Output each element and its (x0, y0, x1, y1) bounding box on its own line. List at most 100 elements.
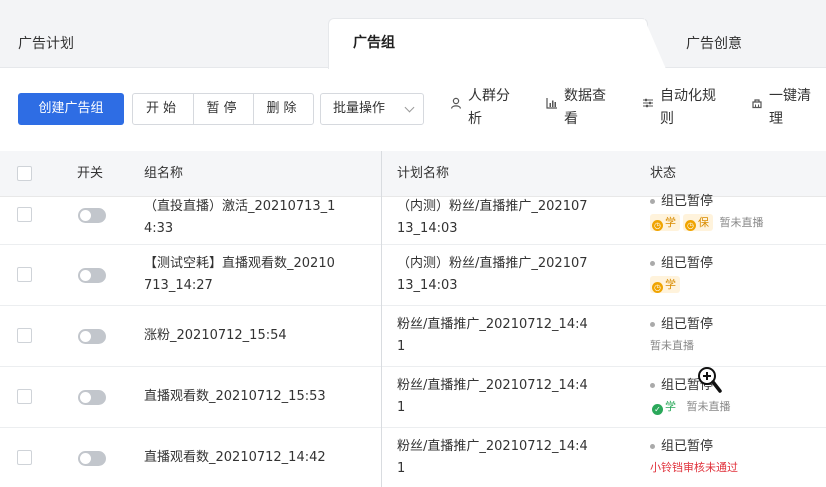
user-icon (450, 97, 462, 109)
group-name-cell[interactable]: 直播观看数_20210712_15:53 (144, 386, 364, 408)
row-switch-toggle[interactable] (78, 390, 106, 405)
start-button[interactable]: 开始 (133, 94, 193, 124)
group-name-line: 713_14:27 (144, 278, 213, 293)
status-cell: 组已暂停 ◷ 学 ◷ 保 暂未直播 (650, 191, 800, 232)
learning-badge: ◷ 学 (650, 276, 680, 293)
data-view-label-1: 数据查 (564, 88, 606, 104)
data-view-label-2: 看 (564, 111, 578, 127)
review-rejected-note: 小铃铛审核未通过 (650, 461, 738, 474)
plan-name-cell[interactable]: 粉丝/直播推广_20210712_14:4 1 (397, 314, 617, 358)
table-row: 涨粉_20210712_15:54 粉丝/直播推广_20210712_14:4 … (0, 306, 826, 367)
row-switch-toggle[interactable] (78, 451, 106, 466)
tab-ad-group[interactable]: 广告组 (328, 18, 648, 69)
create-ad-group-button[interactable]: 创建广告组 (18, 93, 124, 125)
plan-name-cell[interactable]: 粉丝/直播推广_20210712_14:4 1 (397, 436, 617, 480)
learning-badge: ◷ 学 (650, 214, 680, 231)
row-checkbox[interactable] (17, 389, 32, 404)
plan-name-cell[interactable]: （内测）粉丝/直播推广_202107 13_14:03 (397, 253, 617, 297)
plan-name-line: 1 (397, 461, 406, 476)
clock-icon: ◷ (652, 282, 663, 293)
group-name-cell[interactable]: 涨粉_20210712_15:54 (144, 325, 364, 347)
group-name-cell[interactable]: 【测试空耗】直播观看数_20210 713_14:27 (144, 253, 364, 297)
one-click-cleanup-button[interactable]: 一键清 理 (752, 85, 826, 131)
plan-name-line: 1 (397, 400, 406, 415)
clock-icon: ◷ (685, 220, 696, 231)
status-text: 组已暂停 (661, 256, 714, 271)
status-text: 组已暂停 (661, 439, 714, 454)
plan-name-line: （内测）粉丝/直播推广_202107 (397, 199, 588, 214)
plan-name-line: 13_14:03 (397, 221, 458, 236)
clock-icon: ◷ (652, 220, 663, 231)
audience-analysis-button[interactable]: 人群分 析 (450, 85, 524, 131)
audience-analysis-label-1: 人群分 (468, 88, 510, 104)
plan-name-line: 粉丝/直播推广_20210712_14:4 (397, 378, 588, 393)
tab-bar: 广告计划 广告组 广告创意 (0, 0, 826, 69)
plan-name-line: 粉丝/直播推广_20210712_14:4 (397, 317, 588, 332)
plan-name-line: 1 (397, 339, 406, 354)
cleanup-label-1: 一键清 (769, 88, 811, 104)
plan-name-cell[interactable]: （内测）粉丝/直播推广_202107 13_14:03 (397, 196, 617, 240)
tab-ad-creative[interactable]: 广告创意 (686, 20, 742, 68)
plan-name-line: （内测）粉丝/直播推广_202107 (397, 256, 588, 271)
table-row: （直投直播）激活_20210713_1 4:33 （内测）粉丝/直播推广_202… (0, 194, 826, 245)
status-dot (650, 261, 655, 266)
header-plan-name: 计划名称 (397, 166, 450, 181)
row-switch-toggle[interactable] (78, 208, 106, 223)
auto-rules-button[interactable]: 自动化规 则 (643, 85, 726, 131)
status-dot (650, 199, 655, 204)
status-dot (650, 444, 655, 449)
sliders-icon (643, 98, 653, 108)
row-checkbox[interactable] (17, 328, 32, 343)
plan-name-line: 13_14:03 (397, 278, 458, 293)
group-name-line: （直投直播）激活_20210713_1 (144, 199, 336, 214)
status-cell: 组已暂停 小铃铛审核未通过 (650, 436, 800, 477)
group-name-line: 【测试空耗】直播观看数_20210 (144, 256, 335, 271)
data-view-button[interactable]: 数据查 看 (546, 85, 620, 131)
row-switch-toggle[interactable] (78, 268, 106, 283)
status-dot (650, 383, 655, 388)
row-checkbox[interactable] (17, 207, 32, 222)
batch-operation-dropdown[interactable]: 批量操作 (320, 93, 424, 125)
group-name-line: 4:33 (144, 221, 174, 236)
table-row: 【测试空耗】直播观看数_20210 713_14:27 （内测）粉丝/直播推广_… (0, 245, 826, 306)
live-status-note: 暂未直播 (686, 400, 731, 413)
header-switch: 开关 (77, 166, 104, 181)
status-cell: 组已暂停 ✓ 学 暂未直播 (650, 375, 800, 416)
audience-analysis-label-2: 析 (468, 111, 482, 127)
chevron-down-icon (404, 102, 415, 113)
guarantee-badge: ◷ 保 (683, 214, 713, 231)
cleanup-label-2: 理 (769, 111, 783, 127)
plan-name-cell[interactable]: 粉丝/直播推广_20210712_14:4 1 (397, 375, 617, 419)
toolbar: 创建广告组 开始 暂停 删除 批量操作 人群分 析 数据查 看 自动化规 则 一… (0, 69, 826, 151)
bar-chart-icon (546, 98, 557, 109)
group-name-cell[interactable]: （直投直播）激活_20210713_1 4:33 (144, 196, 364, 240)
action-button-group: 开始 暂停 删除 (132, 93, 314, 125)
status-cell: 组已暂停 暂未直播 (650, 314, 800, 355)
tab-active-edge (644, 18, 666, 69)
column-divider (381, 151, 382, 487)
row-switch-toggle[interactable] (78, 329, 106, 344)
row-checkbox[interactable] (17, 450, 32, 465)
group-name-line: 涨粉_20210712_15:54 (144, 328, 287, 343)
learning-badge: ✓ 学 (650, 398, 680, 415)
table-row: 直播观看数_20210712_14:42 粉丝/直播推广_20210712_14… (0, 428, 826, 487)
status-text: 组已暂停 (661, 194, 714, 209)
live-status-note: 暂未直播 (719, 216, 764, 229)
header-group-name: 组名称 (144, 166, 184, 181)
status-dot (650, 322, 655, 327)
broom-icon (752, 99, 762, 109)
check-circle-icon: ✓ (652, 404, 663, 415)
plan-name-line: 粉丝/直播推广_20210712_14:4 (397, 439, 588, 454)
zoom-in-cursor-icon (698, 367, 722, 393)
status-cell: 组已暂停 ◷ 学 (650, 253, 800, 294)
group-name-line: 直播观看数_20210712_14:42 (144, 450, 326, 465)
select-all-checkbox[interactable] (17, 166, 32, 181)
auto-rules-label-1: 自动化规 (660, 88, 716, 104)
live-status-note: 暂未直播 (650, 339, 694, 352)
batch-operation-label: 批量操作 (333, 101, 386, 116)
pause-button[interactable]: 暂停 (193, 94, 253, 124)
tab-ad-plan[interactable]: 广告计划 (18, 20, 74, 68)
group-name-cell[interactable]: 直播观看数_20210712_14:42 (144, 447, 364, 469)
delete-button[interactable]: 删除 (253, 94, 313, 124)
row-checkbox[interactable] (17, 267, 32, 282)
